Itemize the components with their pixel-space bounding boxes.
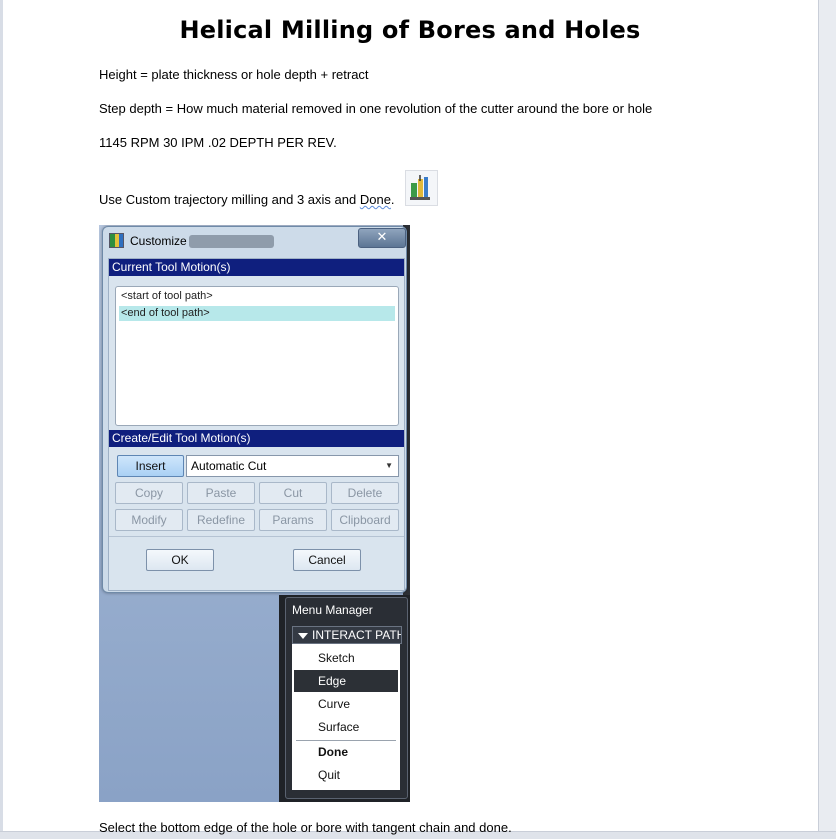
motion-item-start[interactable]: <start of tool path> bbox=[119, 289, 395, 304]
ok-button[interactable]: OK bbox=[146, 549, 214, 571]
dialog-title: Customize bbox=[130, 234, 187, 248]
paragraph-use-custom: Use Custom trajectory milling and 3 axis… bbox=[99, 192, 395, 207]
delete-button[interactable]: Delete bbox=[331, 482, 399, 504]
redefine-button[interactable]: Redefine bbox=[187, 509, 255, 531]
current-motions-header: Current Tool Motion(s) bbox=[109, 259, 404, 276]
app-icon bbox=[109, 233, 124, 248]
menu-item-surface[interactable]: Surface bbox=[294, 716, 398, 738]
create-edit-header: Create/Edit Tool Motion(s) bbox=[109, 430, 404, 447]
customize-dialog: Customize ✕ Current Tool Motion(s) <star… bbox=[102, 226, 407, 593]
chevron-down-icon: ▼ bbox=[385, 461, 393, 470]
modify-button[interactable]: Modify bbox=[115, 509, 183, 531]
dialog-separator bbox=[109, 536, 404, 537]
embedded-screenshot: Customize ✕ Current Tool Motion(s) <star… bbox=[99, 225, 410, 802]
motion-item-end[interactable]: <end of tool path> bbox=[119, 306, 395, 321]
cut-button[interactable]: Cut bbox=[259, 482, 327, 504]
paragraph-select-edge: Select the bottom edge of the hole or bo… bbox=[99, 820, 512, 835]
insert-button[interactable]: Insert bbox=[117, 455, 184, 477]
motion-type-value: Automatic Cut bbox=[191, 459, 267, 473]
cancel-button[interactable]: Cancel bbox=[293, 549, 361, 571]
interact-path-label: INTERACT PATH bbox=[312, 628, 402, 642]
menu-manager-title: Menu Manager bbox=[292, 603, 373, 617]
use-custom-period: . bbox=[390, 192, 395, 207]
document-title: Helical Milling of Bores and Holes bbox=[179, 16, 641, 44]
paragraph-step-depth: Step depth = How much material removed i… bbox=[99, 101, 653, 116]
trajectory-milling-icon bbox=[405, 170, 438, 206]
close-button[interactable]: ✕ bbox=[358, 228, 406, 248]
redacted-title-text bbox=[189, 235, 274, 248]
params-button[interactable]: Params bbox=[259, 509, 327, 531]
motion-type-select[interactable]: Automatic Cut ▼ bbox=[186, 455, 399, 477]
motion-list[interactable]: <start of tool path> <end of tool path> bbox=[115, 286, 399, 426]
dialog-body: Current Tool Motion(s) <start of tool pa… bbox=[108, 258, 405, 591]
clipboard-button[interactable]: Clipboard bbox=[331, 509, 399, 531]
page-right-margin bbox=[818, 0, 836, 838]
dialog-titlebar: Customize ✕ bbox=[103, 227, 406, 253]
copy-button[interactable]: Copy bbox=[115, 482, 183, 504]
menu-item-sketch[interactable]: Sketch bbox=[294, 647, 398, 669]
menu-item-quit[interactable]: Quit bbox=[294, 764, 398, 786]
done-word: Done bbox=[359, 192, 391, 207]
paste-button[interactable]: Paste bbox=[187, 482, 255, 504]
use-custom-text: Use Custom trajectory milling and 3 axis… bbox=[99, 192, 360, 207]
paragraph-height: Height = plate thickness or hole depth +… bbox=[99, 67, 369, 82]
menu-item-done[interactable]: Done bbox=[294, 741, 398, 763]
menu-manager: Menu Manager INTERACT PATH Sketch Edge C… bbox=[285, 597, 408, 799]
interact-path-header[interactable]: INTERACT PATH bbox=[292, 626, 402, 644]
menu-item-curve[interactable]: Curve bbox=[294, 693, 398, 715]
page-left-edge bbox=[0, 0, 3, 838]
menu-item-edge[interactable]: Edge bbox=[294, 670, 398, 692]
collapse-triangle-icon bbox=[298, 632, 308, 639]
paragraph-feeds: 1145 RPM 30 IPM .02 DEPTH PER REV. bbox=[99, 135, 337, 150]
menu-manager-list: Sketch Edge Curve Surface Done Quit bbox=[292, 644, 400, 790]
